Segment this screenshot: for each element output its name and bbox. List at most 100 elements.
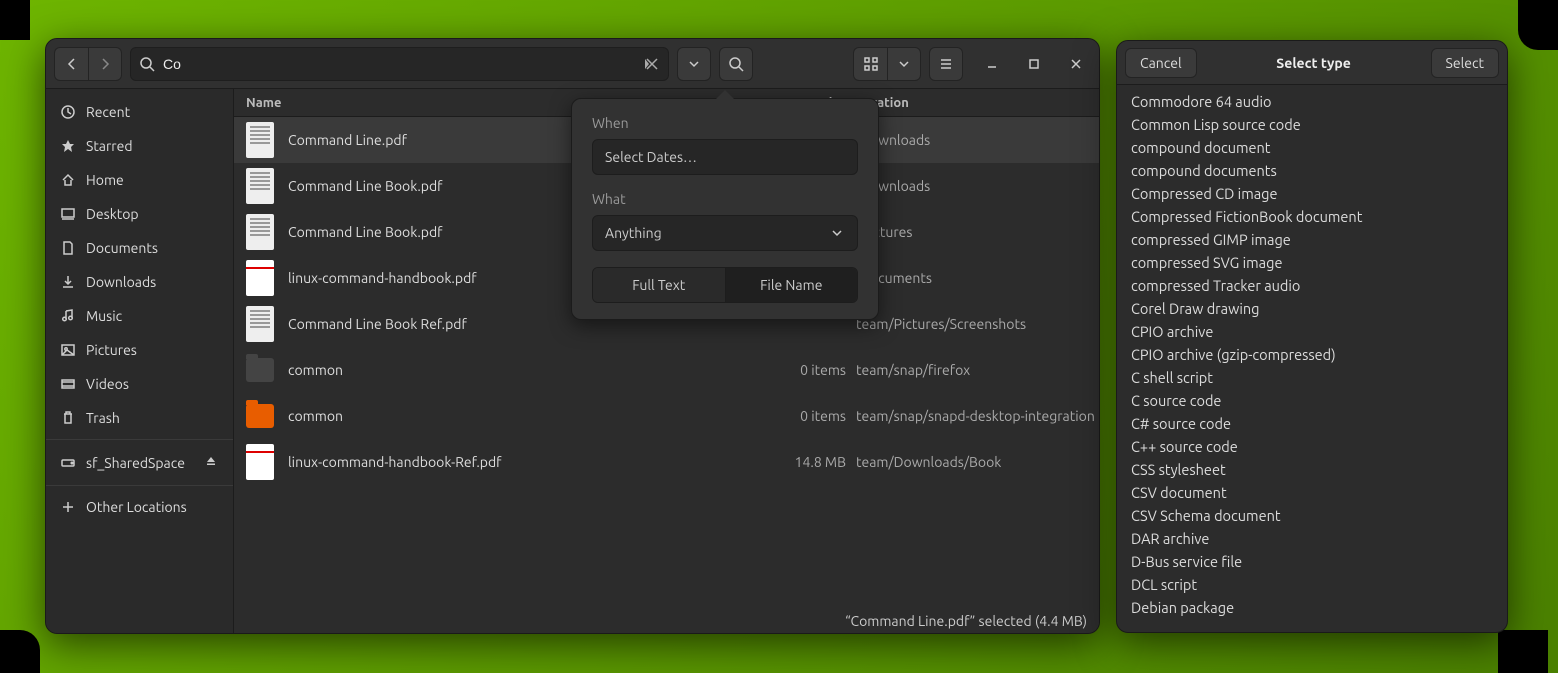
sidebar-item-label: Desktop (86, 206, 139, 222)
files-window: Recent Starred Home Desktop Documents Downloa… (45, 38, 1100, 634)
file-name: common (288, 362, 776, 378)
type-item[interactable]: Compressed FictionBook document (1117, 205, 1507, 228)
type-item[interactable]: CSV document (1117, 481, 1507, 504)
minimize-button[interactable] (977, 49, 1007, 79)
file-size: 0 items (776, 362, 846, 378)
sidebar-item-recent[interactable]: Recent (46, 95, 233, 129)
file-location: …ownloads (846, 132, 1099, 148)
sidebar-item-label: Trash (86, 410, 120, 426)
type-item[interactable]: C++ source code (1117, 435, 1507, 458)
type-item[interactable]: D-Bus service file (1117, 550, 1507, 573)
decor (1498, 630, 1548, 673)
file-name-option[interactable]: File Name (726, 268, 858, 302)
desktop-icon (60, 206, 76, 222)
close-button[interactable] (1061, 49, 1091, 79)
chevron-down-icon (829, 225, 845, 241)
file-size: 14.8 MB (776, 454, 846, 470)
back-button[interactable] (54, 47, 88, 81)
file-thumbnail (246, 168, 274, 204)
file-name: linux-command-handbook-Ref.pdf (288, 454, 776, 470)
view-grid-button[interactable] (853, 47, 887, 81)
file-thumbnail (246, 306, 274, 342)
file-location: …ictures (846, 224, 1099, 240)
headerbar (46, 39, 1099, 89)
type-item[interactable]: Corel Draw drawing (1117, 297, 1507, 320)
clear-search-icon[interactable] (644, 56, 660, 72)
type-item[interactable]: CPIO archive (gzip-compressed) (1117, 343, 1507, 366)
type-item[interactable]: CSS stylesheet (1117, 458, 1507, 481)
sidebar-item-downloads[interactable]: Downloads (46, 265, 233, 299)
star-icon (60, 138, 76, 154)
forward-button[interactable] (88, 47, 122, 81)
cancel-button[interactable]: Cancel (1125, 48, 1197, 78)
column-location[interactable]: Location (846, 96, 1099, 110)
select-dates-button[interactable]: Select Dates… (592, 139, 858, 175)
type-item[interactable]: CPIO archive (1117, 320, 1507, 343)
sidebar-item-label: Documents (86, 240, 158, 256)
sidebar-item-label: Starred (86, 138, 133, 154)
eject-button[interactable] (203, 453, 219, 472)
sidebar-item-videos[interactable]: Videos (46, 367, 233, 401)
dialog-title: Select type (1276, 55, 1351, 71)
sidebar-item-label: sf_SharedSpace (86, 455, 185, 471)
sidebar-item-label: Videos (86, 376, 129, 392)
sidebar-item-pictures[interactable]: Pictures (46, 333, 233, 367)
type-item[interactable]: Debian package (1117, 596, 1507, 619)
sidebar-item-trash[interactable]: Trash (46, 401, 233, 435)
file-location: …ocuments (846, 270, 1099, 286)
type-item[interactable]: Compressed CD image (1117, 182, 1507, 205)
maximize-button[interactable] (1019, 49, 1049, 79)
file-thumbnail (246, 358, 274, 382)
type-item[interactable]: compressed SVG image (1117, 251, 1507, 274)
when-label: When (592, 115, 858, 131)
type-item[interactable]: DCL script (1117, 573, 1507, 596)
file-location: team/snap/firefox (846, 362, 1099, 378)
drive-icon (60, 455, 76, 471)
status-bar: “Command Line.pdf” selected (4.4 MB) (234, 607, 1099, 633)
search-dropdown-button[interactable] (677, 47, 711, 81)
full-text-option[interactable]: Full Text (593, 268, 726, 302)
type-item[interactable]: compound document (1117, 136, 1507, 159)
file-thumbnail (246, 122, 274, 158)
file-thumbnail (246, 214, 274, 250)
sidebar-item-documents[interactable]: Documents (46, 231, 233, 265)
hamburger-menu-button[interactable] (929, 47, 963, 81)
type-item[interactable]: C# source code (1117, 412, 1507, 435)
sidebar-item-starred[interactable]: Starred (46, 129, 233, 163)
type-list[interactable]: comic book archiveCommodore 64 audioComm… (1117, 85, 1507, 632)
sidebar-item-music[interactable]: Music (46, 299, 233, 333)
type-item[interactable]: DAR archive (1117, 527, 1507, 550)
file-row[interactable]: common 0 items team/snap/firefox (234, 347, 1099, 393)
sidebar-other-locations[interactable]: Other Locations (46, 490, 233, 524)
type-item[interactable]: compound documents (1117, 159, 1507, 182)
sidebar-item-desktop[interactable]: Desktop (46, 197, 233, 231)
what-dropdown[interactable]: Anything (592, 215, 858, 251)
type-item[interactable]: compressed GIMP image (1117, 228, 1507, 251)
trash-icon (60, 410, 76, 426)
select-button[interactable]: Select (1431, 48, 1499, 78)
file-row[interactable]: common 0 items team/snap/snapd-desktop-i… (234, 393, 1099, 439)
view-dropdown-button[interactable] (887, 47, 921, 81)
type-item[interactable]: Common Lisp source code (1117, 113, 1507, 136)
view-group (853, 47, 921, 81)
search-bar[interactable] (130, 47, 669, 81)
picture-icon (60, 342, 76, 358)
type-dialog-header: Cancel Select type Select (1117, 41, 1507, 85)
sidebar-item-home[interactable]: Home (46, 163, 233, 197)
file-name: common (288, 408, 776, 424)
search-mode-segmented: Full Text File Name (592, 267, 858, 303)
download-icon (60, 274, 76, 290)
file-size: 0 items (776, 408, 846, 424)
search-toggle-button[interactable] (719, 47, 753, 81)
sidebar-item-sf-sharedspace[interactable]: sf_SharedSpace (46, 444, 233, 481)
file-row[interactable]: linux-command-handbook-Ref.pdf 14.8 MB t… (234, 439, 1099, 485)
type-item[interactable]: compressed Tracker audio (1117, 274, 1507, 297)
type-item[interactable]: Commodore 64 audio (1117, 90, 1507, 113)
search-input[interactable] (163, 56, 636, 72)
type-item[interactable]: CSV Schema document (1117, 504, 1507, 527)
home-icon (60, 172, 76, 188)
type-item[interactable]: C source code (1117, 389, 1507, 412)
file-location: …ownloads (846, 178, 1099, 194)
type-item[interactable]: C shell script (1117, 366, 1507, 389)
video-icon (60, 376, 76, 392)
